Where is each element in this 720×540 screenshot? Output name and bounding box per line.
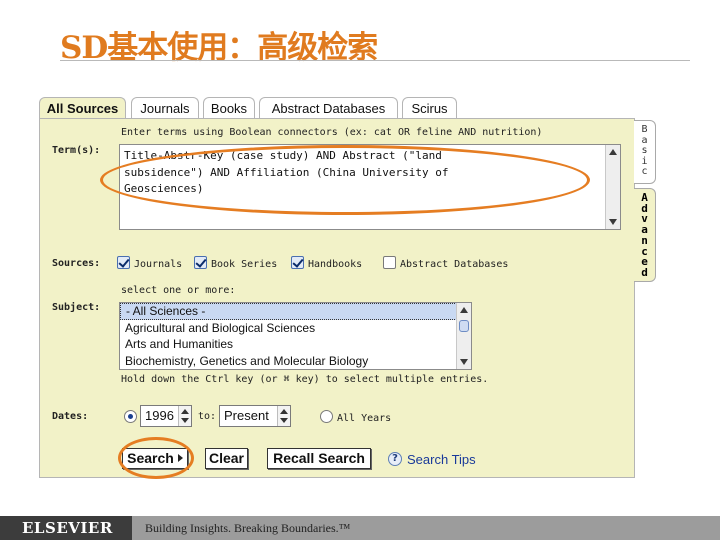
tab-books[interactable]: Books xyxy=(203,97,255,119)
date-to-label: to: xyxy=(198,411,217,422)
search-button-label: Search xyxy=(127,450,174,466)
title-divider xyxy=(60,60,690,61)
abstract-databases-checkbox[interactable] xyxy=(383,256,396,269)
search-button[interactable]: Search xyxy=(122,448,188,469)
footer-tagline: Building Insights. Breaking Boundaries.™ xyxy=(145,521,351,535)
journals-checkbox-label: Journals xyxy=(134,259,183,270)
subject-listbox[interactable]: - All Sciences - Agricultural and Biolog… xyxy=(119,302,472,370)
handbooks-checkbox[interactable] xyxy=(291,256,304,269)
tab-abstract-databases[interactable]: Abstract Databases xyxy=(259,97,398,119)
term-textarea[interactable]: Title-Abstr-Key (case study) AND Abstrac… xyxy=(119,144,621,230)
spinner-arrows-icon[interactable] xyxy=(178,406,191,426)
scroll-down-icon[interactable] xyxy=(460,359,468,365)
term-label: Term(s): xyxy=(52,145,101,156)
date-to-spinner[interactable]: Present xyxy=(219,405,291,427)
subject-note: Hold down the Ctrl key (or ⌘ key) to sel… xyxy=(121,374,489,385)
subject-option[interactable]: - All Sciences - xyxy=(120,303,471,320)
date-from-value: 1996 xyxy=(145,408,174,423)
scroll-thumb[interactable] xyxy=(459,320,469,332)
spinner-arrows-icon[interactable] xyxy=(277,406,290,426)
subject-option[interactable]: Agricultural and Biological Sciences xyxy=(120,320,471,337)
scroll-up-icon[interactable] xyxy=(609,149,617,155)
recall-search-button[interactable]: Recall Search xyxy=(267,448,371,469)
all-years-label: All Years xyxy=(337,413,392,424)
elsevier-logo: ELSEVIER xyxy=(0,516,132,540)
help-icon[interactable]: ? xyxy=(388,452,402,466)
abstract-databases-checkbox-label: Abstract Databases xyxy=(400,259,509,270)
journals-checkbox[interactable] xyxy=(117,256,130,269)
side-tab-basic[interactable]: B a s i c xyxy=(634,120,656,184)
book-series-checkbox-label: Book Series xyxy=(211,259,278,270)
tab-scirus[interactable]: Scirus xyxy=(402,97,457,119)
scroll-down-icon[interactable] xyxy=(609,219,617,225)
term-scrollbar[interactable] xyxy=(605,145,620,229)
term-hint: Enter terms using Boolean connectors (ex… xyxy=(121,127,543,138)
subject-scrollbar[interactable] xyxy=(456,303,471,369)
subject-option[interactable]: Arts and Humanities xyxy=(120,336,471,353)
slide: SD基本使用：高级检索 All Sources Journals Books A… xyxy=(0,0,720,540)
book-series-checkbox[interactable] xyxy=(194,256,207,269)
subject-hint: select one or more: xyxy=(121,285,236,296)
all-years-radio[interactable] xyxy=(320,410,333,423)
date-range-radio[interactable] xyxy=(124,410,137,423)
scroll-up-icon[interactable] xyxy=(460,307,468,313)
search-tips-link[interactable]: Search Tips xyxy=(407,452,476,467)
clear-button[interactable]: Clear xyxy=(205,448,248,469)
date-to-value: Present xyxy=(224,408,269,423)
term-query-text: Title-Abstr-Key (case study) AND Abstrac… xyxy=(124,149,449,195)
tab-journals[interactable]: Journals xyxy=(131,97,199,119)
sources-label: Sources: xyxy=(52,258,101,269)
subject-label: Subject: xyxy=(52,302,101,313)
side-tab-advanced[interactable]: A d v a n c e d xyxy=(634,188,656,282)
play-arrow-icon xyxy=(177,454,183,462)
subject-option[interactable]: Biochemistry, Genetics and Molecular Bio… xyxy=(120,353,471,370)
date-from-spinner[interactable]: 1996 xyxy=(140,405,192,427)
dates-label: Dates: xyxy=(52,411,89,422)
handbooks-checkbox-label: Handbooks xyxy=(308,259,363,270)
